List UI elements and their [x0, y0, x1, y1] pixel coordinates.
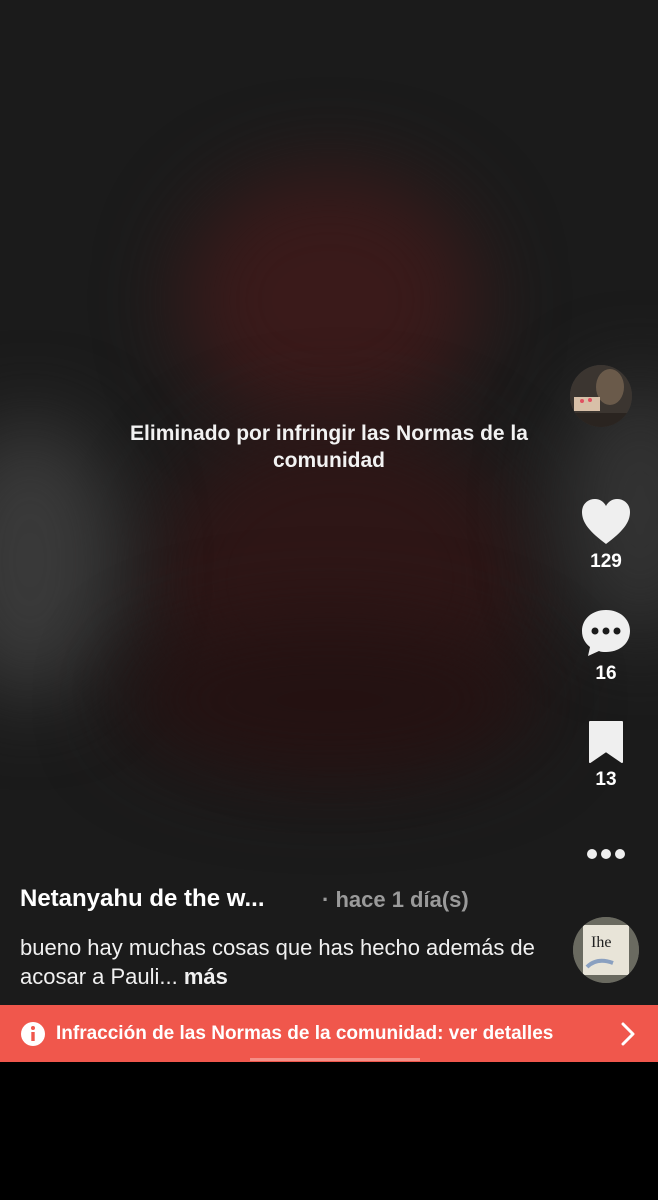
info-icon — [21, 1021, 45, 1046]
post-time: · hace 1 día(s) — [322, 887, 469, 912]
caption: bueno hay muchas cosas que has hecho ade… — [20, 933, 540, 991]
caption-text: bueno hay muchas cosas que has hecho ade… — [20, 935, 535, 989]
heart-icon — [582, 499, 630, 544]
bookmark-icon — [589, 721, 623, 763]
blur-blob — [180, 170, 480, 430]
comment-icon — [582, 610, 630, 656]
blur-blob — [120, 620, 540, 780]
creator-avatar[interactable] — [570, 365, 632, 427]
more-options-button[interactable] — [582, 842, 630, 866]
chevron-right-icon — [621, 1022, 635, 1046]
comment-count: 16 — [595, 663, 617, 684]
save-count: 13 — [595, 769, 617, 790]
comment-button[interactable]: 16 — [576, 608, 636, 685]
more-dots-icon — [587, 849, 625, 859]
music-disc[interactable]: Ihe — [573, 917, 639, 983]
like-button[interactable]: 129 — [576, 498, 636, 573]
svg-text:Ihe: Ihe — [591, 934, 611, 951]
removed-notice: Eliminado por infringir las Normas de la… — [130, 422, 528, 472]
like-count: 129 — [590, 551, 622, 572]
caption-more-link[interactable]: más — [184, 964, 228, 989]
violation-banner-text: Infracción de las Normas de la comunidad… — [56, 1022, 554, 1044]
video-player[interactable]: Eliminado por infringir las Normas de la… — [0, 0, 658, 1062]
author-name[interactable]: Netanyahu de the w... — [20, 885, 320, 913]
violation-banner[interactable]: Infracción de las Normas de la comunidad… — [0, 1005, 658, 1062]
video-progress-bar[interactable] — [250, 1058, 420, 1061]
save-button[interactable]: 13 — [576, 720, 636, 791]
